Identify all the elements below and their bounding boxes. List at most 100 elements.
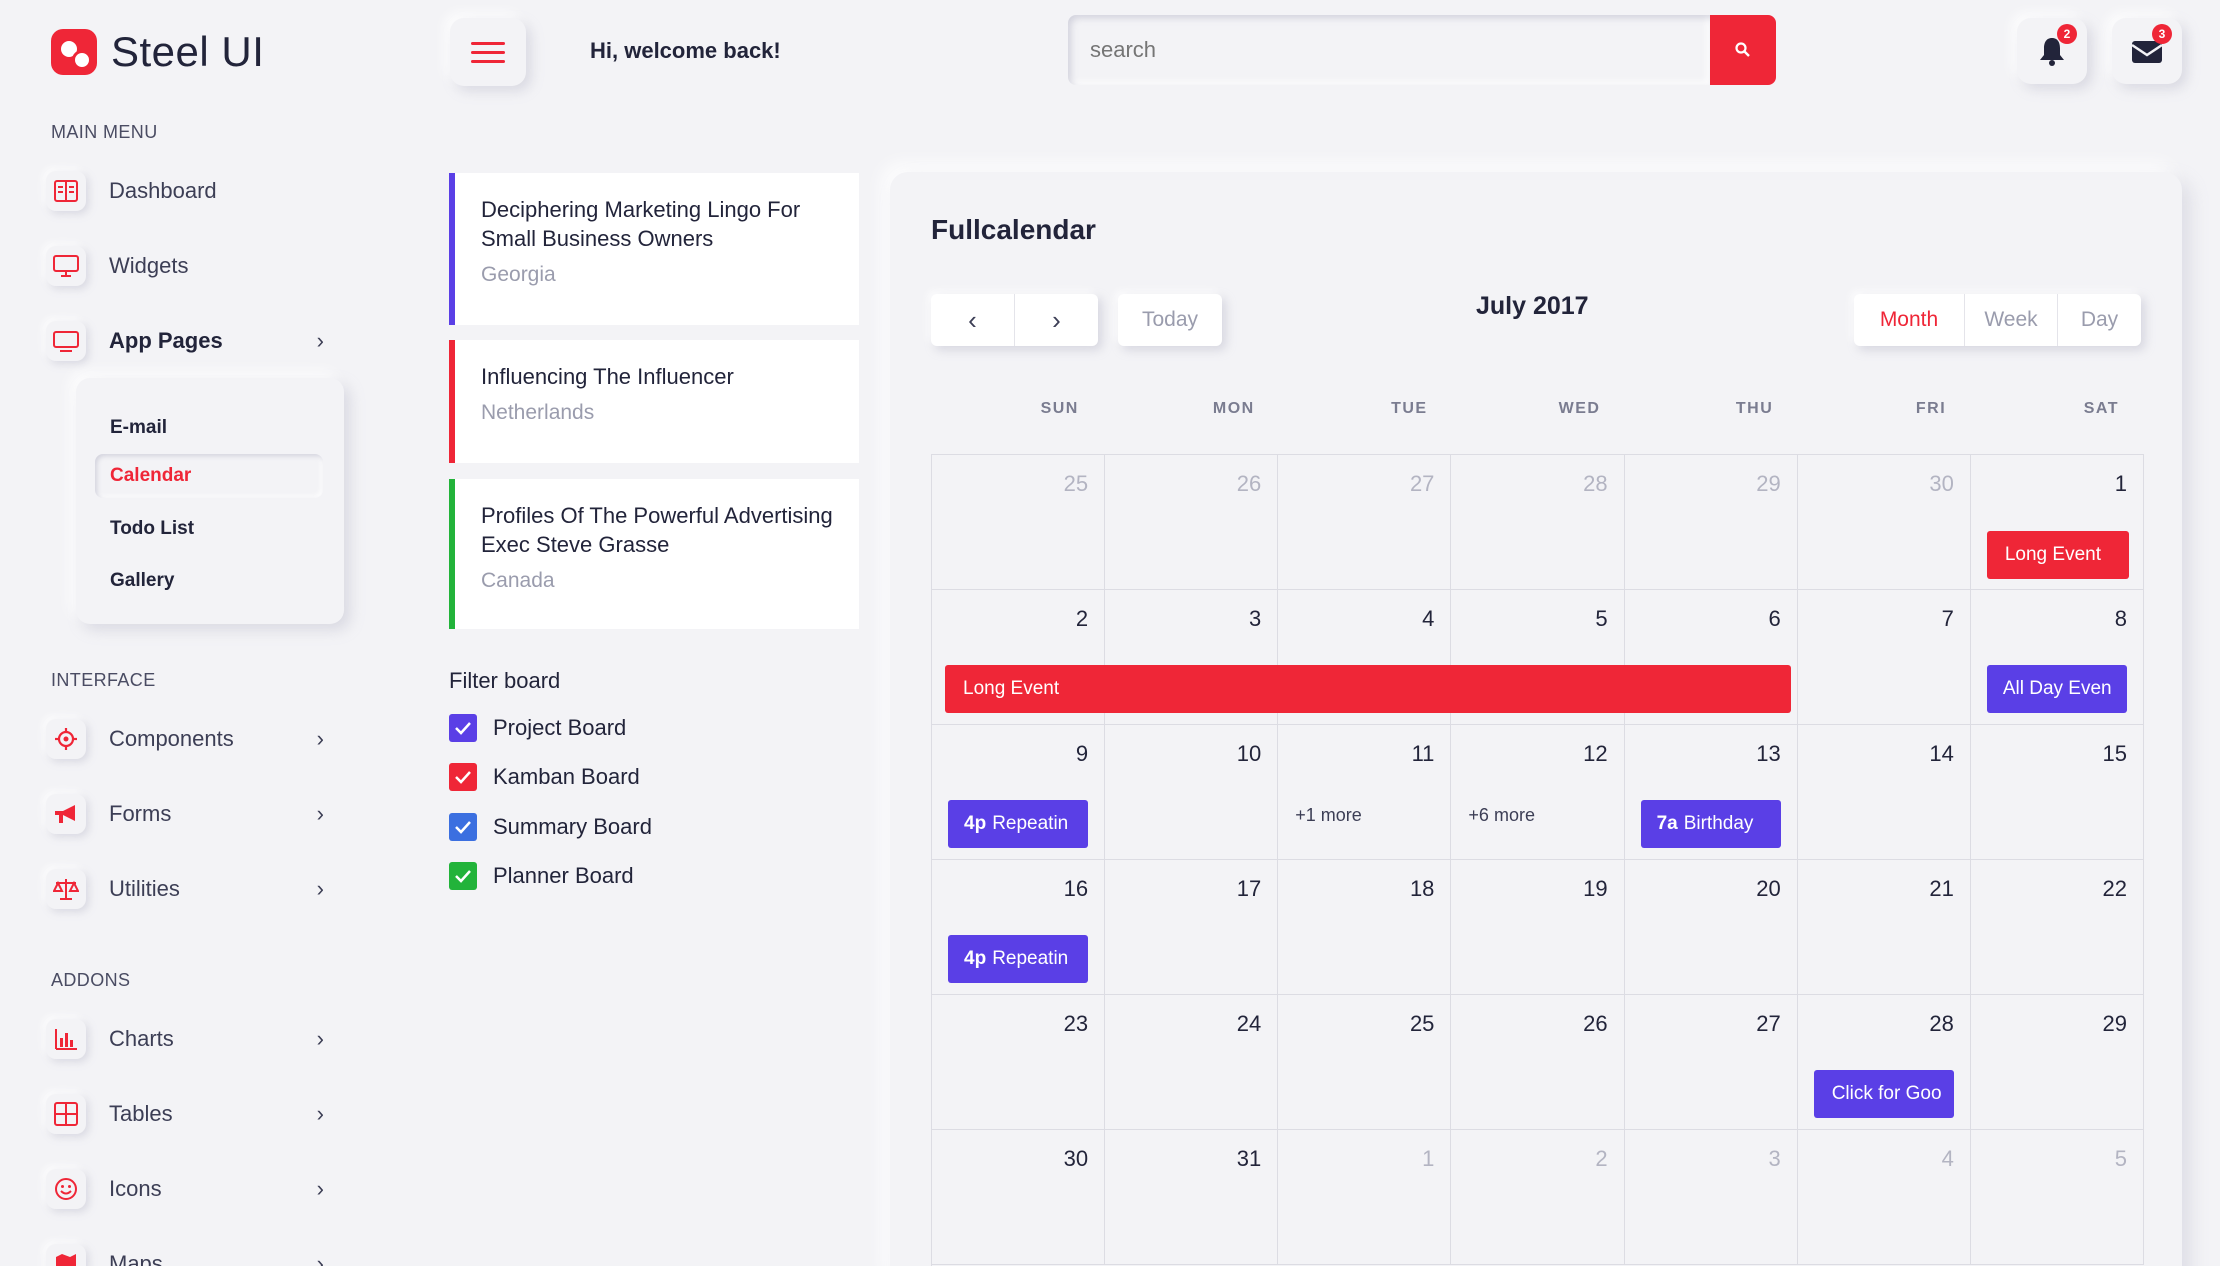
day-cell[interactable]: 26 [1105, 455, 1279, 590]
calendar-event[interactable]: Long Event [1986, 531, 2129, 579]
day-number: 30 [1929, 471, 1954, 496]
day-cell[interactable]: 5 [1970, 1130, 2144, 1265]
month-view-button[interactable]: Month [1854, 294, 1964, 346]
calendar-week: 23 24 25 26 27 28 Click for Goo 29 [932, 995, 2144, 1130]
checkbox-checked-icon [449, 714, 477, 742]
day-number: 29 [2102, 1011, 2127, 1036]
more-events-link[interactable]: +1 more [1295, 805, 1362, 826]
messages-button[interactable]: 3 [2112, 18, 2182, 84]
day-cell[interactable]: 27 [1278, 455, 1452, 590]
day-cell[interactable]: 12 +6 more [1451, 725, 1625, 860]
sidebar-item-icons[interactable]: Icons › [46, 1161, 346, 1217]
day-cell[interactable]: 25 [932, 455, 1106, 590]
sidebar-item-charts[interactable]: Charts › [46, 1011, 346, 1067]
today-button[interactable]: Today [1118, 294, 1222, 346]
day-cell[interactable]: 31 [1105, 1130, 1279, 1265]
submenu-item-calendar[interactable]: Calendar [95, 454, 323, 498]
event-location: Georgia [481, 263, 556, 286]
calendar-event[interactable]: Long Event [945, 665, 1791, 713]
sidebar-item-components[interactable]: Components › [46, 711, 346, 767]
submenu-item-todo[interactable]: Todo List [95, 507, 323, 551]
event-time: 7a [1656, 813, 1678, 834]
day-cell[interactable]: 30 [932, 1130, 1106, 1265]
day-cell[interactable]: 14 [1797, 725, 1971, 860]
menu-toggle-button[interactable] [450, 18, 526, 86]
sidebar-item-maps[interactable]: Maps › [46, 1236, 346, 1266]
day-number: 8 [2114, 606, 2127, 631]
week-view-button[interactable]: Week [1964, 294, 2057, 346]
event-card[interactable]: Profiles Of The Powerful Advertising Exe… [449, 479, 859, 629]
day-cell[interactable]: 2 Long Event [932, 590, 1791, 725]
sidebar-item-label: Components [109, 726, 234, 751]
prev-month-button[interactable]: ‹ [931, 294, 1014, 346]
day-cell[interactable]: 25 [1278, 995, 1452, 1130]
submenu-item-email[interactable]: E-mail [95, 406, 323, 450]
day-view-button[interactable]: Day [2057, 294, 2141, 346]
day-number: 16 [1063, 876, 1089, 901]
day-number: 2 [1595, 1146, 1608, 1171]
sidebar-item-app-pages[interactable]: App Pages › [46, 313, 346, 369]
more-events-link[interactable]: +6 more [1468, 805, 1535, 826]
day-cell[interactable]: 29 [1624, 455, 1798, 590]
day-number: 19 [1583, 876, 1608, 901]
calendar-month-title: July 2017 [1476, 292, 1589, 320]
day-cell[interactable]: 7 [1797, 590, 1971, 725]
day-cell[interactable]: 19 [1451, 860, 1625, 995]
day-cell[interactable]: 15 [1970, 725, 2144, 860]
day-cell[interactable]: 4 [1797, 1130, 1971, 1265]
sidebar-item-tables[interactable]: Tables › [46, 1086, 346, 1142]
day-cell[interactable]: 8 All Day Even [1970, 590, 2144, 725]
day-cell[interactable]: 24 [1105, 995, 1279, 1130]
chevron-right-icon: › [316, 801, 324, 826]
calendar-event[interactable]: Click for Goo [1813, 1070, 1954, 1118]
day-cell[interactable]: 1 Long Event [1970, 455, 2144, 590]
filter-checkbox-kamban[interactable]: Kamban Board [449, 763, 640, 791]
day-cell[interactable]: 28 Click for Goo [1797, 995, 1971, 1130]
day-cell[interactable]: 26 [1451, 995, 1625, 1130]
day-cell[interactable]: 23 [932, 995, 1106, 1130]
event-card[interactable]: Influencing The Influencer Netherlands [449, 340, 859, 463]
day-cell[interactable]: 29 [1970, 995, 2144, 1130]
next-month-button[interactable]: › [1014, 294, 1098, 346]
event-card[interactable]: Deciphering Marketing Lingo For Small Bu… [449, 173, 859, 325]
filter-title: Filter board [449, 668, 561, 693]
day-cell[interactable]: 21 [1797, 860, 1971, 995]
table-icon [46, 1094, 86, 1134]
day-cell[interactable]: 18 [1278, 860, 1452, 995]
submenu-item-gallery[interactable]: Gallery [95, 559, 323, 603]
day-cell[interactable]: 20 [1624, 860, 1798, 995]
day-cell[interactable]: 30 [1797, 455, 1971, 590]
day-cell[interactable]: 11 +1 more [1278, 725, 1452, 860]
sidebar-item-label: Dashboard [109, 178, 217, 203]
calendar-heading: Fullcalendar [931, 214, 1096, 245]
day-cell[interactable]: 10 [1105, 725, 1279, 860]
day-number: 17 [1236, 876, 1262, 901]
sidebar-item-dashboard[interactable]: Dashboard [46, 163, 346, 219]
day-cell[interactable]: 2 [1451, 1130, 1625, 1265]
day-cell[interactable]: 27 [1624, 995, 1798, 1130]
day-cell[interactable]: 3 [1624, 1130, 1798, 1265]
day-number: 18 [1409, 876, 1435, 901]
day-cell[interactable]: 17 [1105, 860, 1279, 995]
day-cell[interactable]: 1 [1278, 1130, 1452, 1265]
day-cell[interactable]: 16 4p Repeatin [932, 860, 1106, 995]
day-cell[interactable]: 9 4p Repeatin [932, 725, 1106, 860]
calendar-event[interactable]: All Day Even [1986, 665, 2127, 713]
calendar-event[interactable]: 4p Repeatin [948, 935, 1088, 983]
filter-checkbox-project[interactable]: Project Board [449, 714, 626, 742]
day-cell[interactable]: 22 [1970, 860, 2144, 995]
message-badge: 3 [2152, 24, 2172, 44]
filter-checkbox-summary[interactable]: Summary Board [449, 813, 652, 841]
calendar-event[interactable]: 4p Repeatin [948, 800, 1088, 848]
brand-logo[interactable]: Steel UI [51, 28, 264, 76]
search-button[interactable] [1710, 15, 1776, 85]
calendar-event[interactable]: 7a Birthday [1640, 800, 1781, 848]
sidebar-item-widgets[interactable]: Widgets [46, 238, 346, 294]
search-input[interactable] [1068, 15, 1710, 85]
notifications-button[interactable]: 2 [2017, 18, 2087, 84]
day-cell[interactable]: 13 7a Birthday [1624, 725, 1798, 860]
filter-checkbox-planner[interactable]: Planner Board [449, 862, 634, 890]
sidebar-item-forms[interactable]: Forms › [46, 786, 346, 842]
day-cell[interactable]: 28 [1451, 455, 1625, 590]
sidebar-item-utilities[interactable]: Utilities › [46, 861, 346, 917]
